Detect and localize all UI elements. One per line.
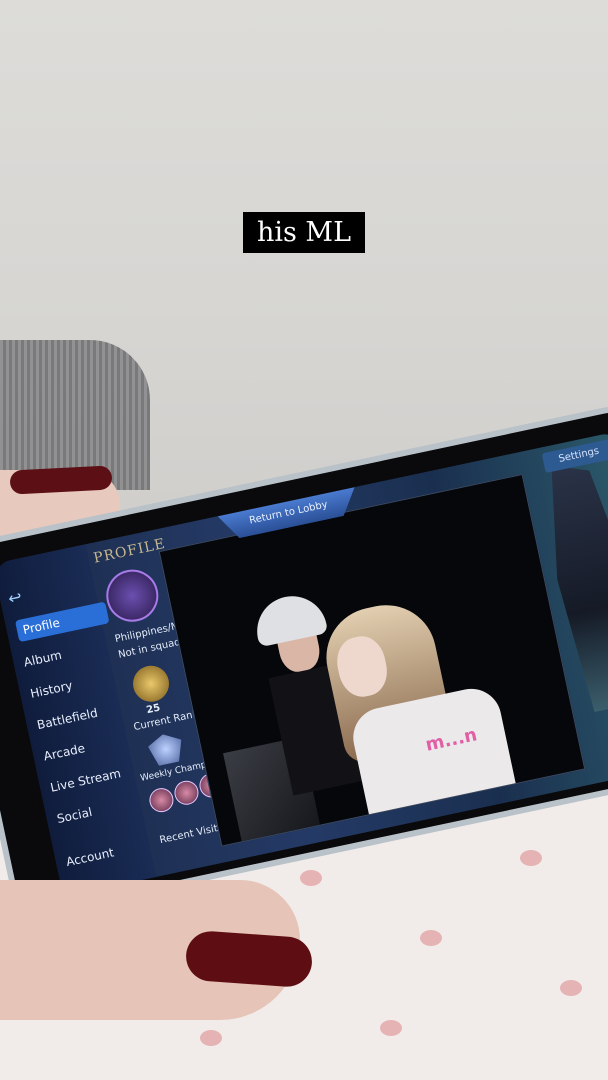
nav-live-stream[interactable]: Live Stream (49, 764, 130, 795)
profile-title: PROFILE (92, 535, 168, 567)
nav-battlefield[interactable]: Battlefield (36, 702, 117, 733)
visitor-avatar[interactable] (147, 785, 176, 815)
album-photo[interactable]: m...n (158, 473, 586, 847)
nav-history[interactable]: History (29, 671, 110, 701)
rank-number: 25 (145, 702, 162, 717)
nav-social[interactable]: Social (56, 796, 137, 826)
nav-arcade[interactable]: Arcade (42, 733, 123, 763)
nav-profile[interactable]: Profile (14, 601, 110, 643)
flower-print (560, 980, 582, 996)
settings-button[interactable]: Settings (541, 438, 608, 474)
rank-badge-icon[interactable] (129, 662, 173, 706)
avatar[interactable] (101, 564, 164, 627)
nav-account[interactable]: Account (65, 839, 146, 869)
red-nail-bottom (184, 929, 314, 989)
recent-visits-label: Recent Visits (158, 822, 224, 847)
flower-print (200, 1030, 222, 1046)
flower-print (520, 850, 542, 866)
rank-label: Current Rank (132, 708, 200, 734)
visitor-avatar[interactable] (172, 778, 201, 807)
flower-print (420, 930, 442, 946)
flower-print (300, 870, 322, 886)
back-arrow-icon[interactable]: ↩ (6, 583, 42, 611)
story-caption: his ML (243, 212, 365, 253)
nav-album[interactable]: Album (22, 639, 103, 670)
trophy-icon[interactable] (146, 731, 185, 767)
flower-print (380, 1020, 402, 1036)
